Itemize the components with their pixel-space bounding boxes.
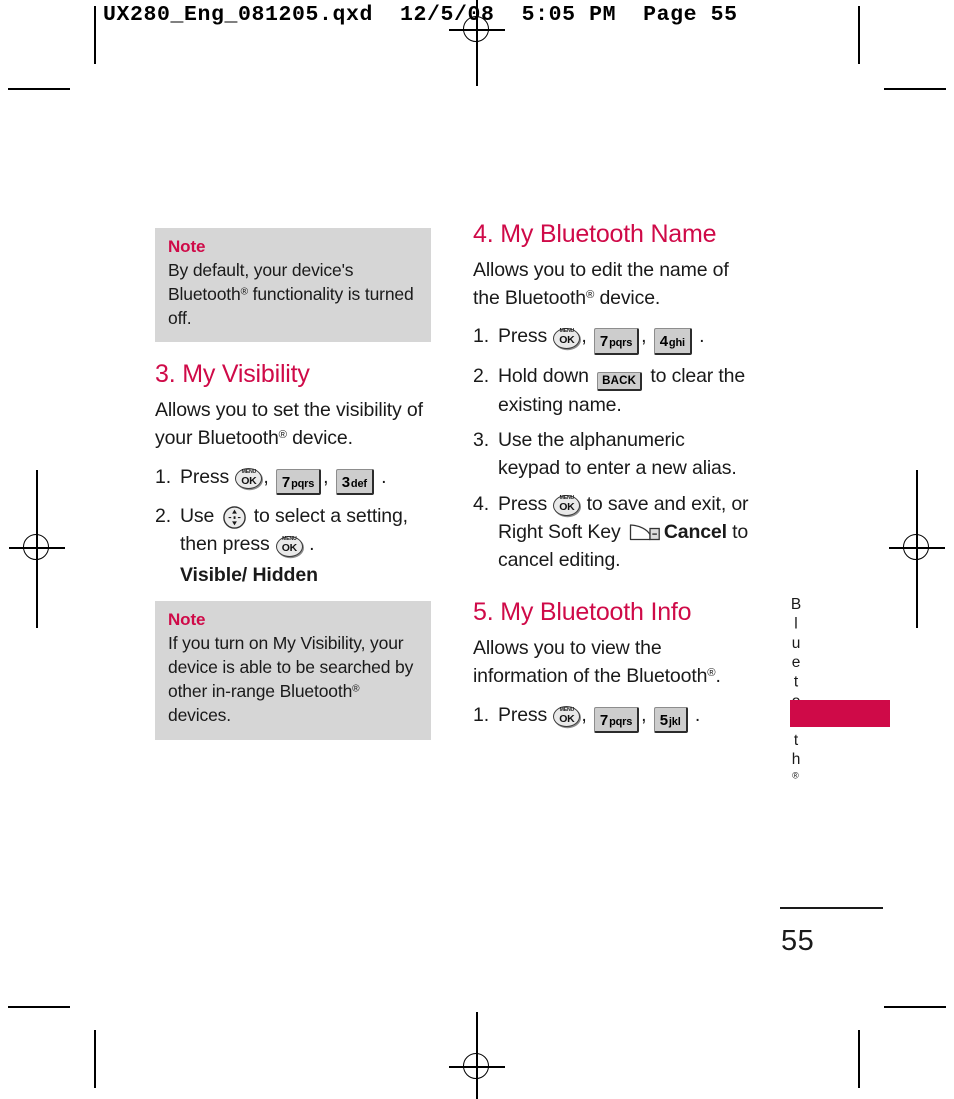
note-text-before: If you turn on My Visibility, your devic… (168, 632, 414, 702)
note-label: Note (168, 237, 206, 256)
note-text-after: devices. (168, 705, 231, 726)
side-tab-accent-bar (790, 700, 890, 727)
registered-trademark-icon: ® (278, 429, 287, 442)
section-intro-my-bluetooth-name: Allows you to edit the name of the Bluet… (473, 257, 749, 312)
menu-ok-key-icon: MENU OK (275, 535, 303, 557)
registered-trademark-icon: ® (352, 683, 360, 695)
page-number: 55 (781, 925, 815, 957)
step-tail: . (689, 703, 701, 726)
keypad-key-5-icon: 5jkl (653, 706, 688, 734)
step-number: 4. (473, 492, 489, 515)
intro-text-before: Allows you to view the information of th… (473, 637, 708, 688)
side-tab-label: Bluetooth® (787, 596, 805, 784)
intro-text-after: device. (594, 286, 661, 309)
steps-my-visibility: 1. Press MENU OK, 7pqrs, 3def . 2. Use to s… (155, 463, 431, 589)
folio-rule (780, 907, 883, 909)
step-tail: . (303, 533, 315, 556)
step-number: 1. (155, 465, 171, 488)
menu-ok-key-icon: MENU OK (553, 494, 581, 516)
step-text: Press (498, 325, 553, 348)
section-title-my-visibility: 3. My Visibility (155, 360, 310, 389)
step-number: 2. (155, 505, 171, 528)
step-item: 1. Press MENU OK, 7pqrs, 4ghi . (473, 322, 749, 355)
keypad-key-7-icon: 7pqrs (593, 706, 640, 734)
step-item: 3. Use the alphanumeric keypad to enter a… (473, 426, 749, 483)
registered-trademark-icon: ® (240, 286, 248, 298)
right-column: 4. My Bluetooth Name Allows you to edit … (473, 220, 749, 740)
note-body: If you turn on My Visibility, your devic… (168, 631, 418, 728)
keypad-key-3-icon: 3def (335, 468, 374, 496)
step-text: Press (498, 703, 553, 726)
note-body: By default, your device's Bluetooth® fun… (168, 258, 418, 330)
registered-trademark-icon: ® (790, 770, 801, 784)
step-separator: , (641, 325, 652, 348)
step-item: 2. Hold down BACK to clear the existing n… (473, 362, 749, 419)
step-sub-option: Visible/ Hidden (180, 563, 318, 586)
step-item: 1. Press MENU OK, 7pqrs, 5jkl . (473, 701, 749, 734)
right-soft-key-icon (629, 522, 661, 541)
step-text: Use (180, 505, 220, 528)
menu-ok-key-icon: MENU OK (553, 706, 581, 728)
left-column: Note By default, your device's Bluetooth… (155, 228, 431, 744)
section-intro-my-visibility: Allows you to set the visibility of your… (155, 397, 431, 452)
step-number: 3. (473, 429, 489, 452)
steps-my-bluetooth-name: 1. Press MENU OK, 7pqrs, 4ghi . 2. Hold dow… (473, 322, 749, 574)
step-text: Press (180, 465, 235, 488)
section-title-my-bluetooth-name: 4. My Bluetooth Name (473, 220, 717, 248)
registered-trademark-icon: ® (585, 288, 595, 301)
back-key-icon: BACK (597, 371, 643, 391)
steps-my-bluetooth-info: 1. Press MENU OK, 7pqrs, 5jkl . (473, 701, 749, 734)
step-separator: , (581, 325, 592, 348)
intro-text-after: device. (286, 427, 353, 450)
step-text: Press (498, 492, 553, 515)
step-separator: , (323, 465, 334, 488)
menu-ok-key-icon: MENU OK (235, 468, 263, 490)
step-text: Use the alphanumeric keypad to enter a n… (498, 429, 737, 480)
section-title-my-bluetooth-info: 5. My Bluetooth Info (473, 598, 692, 627)
step-number: 2. (473, 364, 489, 387)
note-box-default-bluetooth-off: Note By default, your device's Bluetooth… (155, 228, 431, 343)
step-number: 1. (473, 325, 489, 348)
manual-page: Note By default, your device's Bluetooth… (0, 0, 954, 1099)
step-separator: , (641, 703, 652, 726)
step-item: 2. Use to select a setting, then press ME… (155, 502, 431, 589)
navigation-key-icon (222, 505, 247, 530)
step-separator: , (263, 465, 274, 488)
step-separator: , (581, 703, 592, 726)
section-intro-my-bluetooth-info: Allows you to view the information of th… (473, 635, 749, 690)
keypad-key-7-icon: 7pqrs (593, 328, 640, 355)
intro-text-after: . (715, 665, 721, 688)
step-text: Hold down (498, 364, 595, 387)
step-item: 4. Press MENU OK to save and exit, or Righ… (473, 490, 749, 575)
step-tail: . (375, 465, 387, 488)
soft-key-label-cancel: Cancel (663, 520, 727, 543)
step-tail: . (693, 325, 705, 348)
step-item: 1. Press MENU OK, 7pqrs, 3def . (155, 463, 431, 496)
step-number: 1. (473, 703, 489, 726)
note-box-my-visibility-search: Note If you turn on My Visibility, your … (155, 600, 431, 740)
keypad-key-4-icon: 4ghi (653, 328, 692, 355)
note-label: Note (168, 609, 206, 629)
keypad-key-7-icon: 7pqrs (275, 468, 322, 496)
menu-ok-key-icon: MENU OK (553, 327, 581, 349)
